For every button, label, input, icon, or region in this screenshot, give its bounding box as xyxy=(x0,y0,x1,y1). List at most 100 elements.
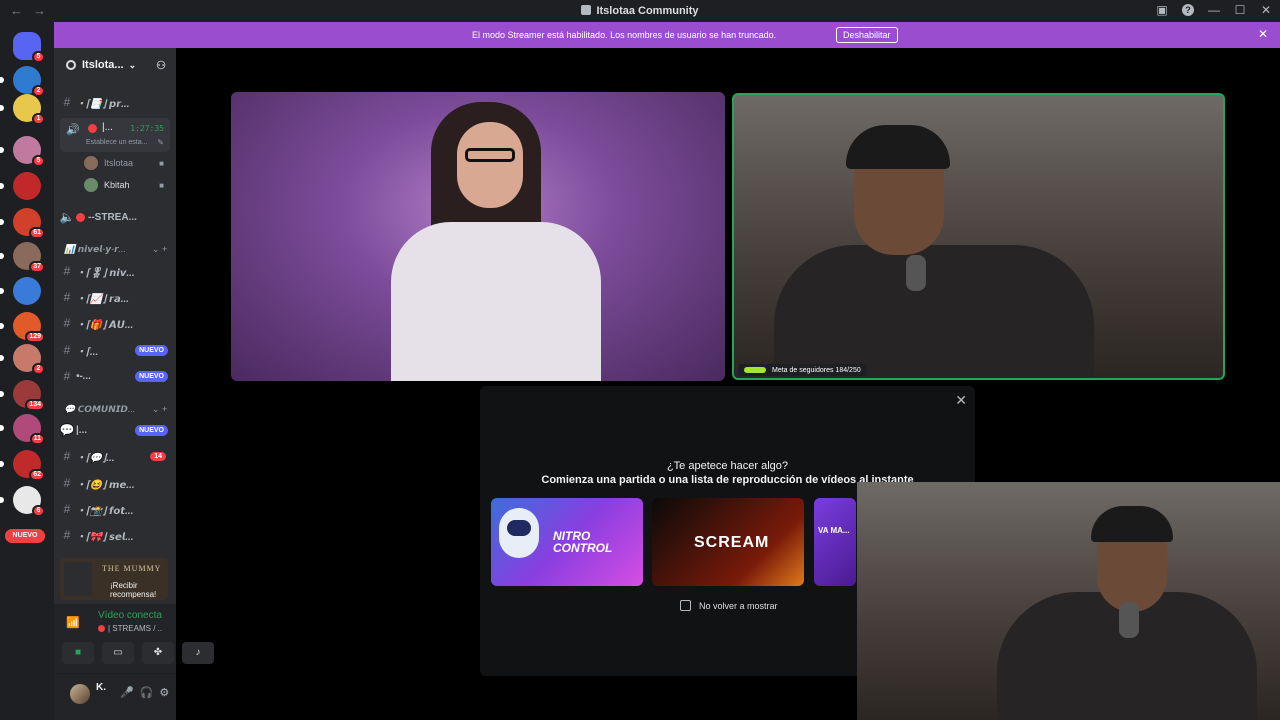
category-header[interactable]: 💬 𝘾𝙊𝙈𝙐𝙉𝙄𝘿... ⌄ + xyxy=(64,404,167,415)
unread-indicator xyxy=(0,391,4,397)
server-icon[interactable]: 62 xyxy=(13,450,45,481)
video-tile-speaking[interactable]: Meta de seguidores 184/250 xyxy=(732,93,1225,380)
unread-indicator xyxy=(0,323,4,329)
close-window-icon[interactable]: ✕ xyxy=(1260,3,1272,17)
server-icon[interactable]: 61 xyxy=(13,208,45,239)
streamer-face xyxy=(457,122,523,208)
reward-promo[interactable]: THE MUMMY ¡Recibir recompensa! xyxy=(60,558,168,600)
close-icon[interactable]: ✕ xyxy=(1258,27,1268,41)
channel-item[interactable]: # ・⌈📈⌋ 𝙧𝙖... xyxy=(58,287,172,307)
maximize-icon[interactable]: ☐ xyxy=(1234,3,1246,17)
server-icon[interactable]: 6 xyxy=(13,486,45,517)
channel-item[interactable]: # ・⌈😆⌋ 𝙢𝙚... xyxy=(58,473,172,493)
voice-channel-active[interactable]: 🔊 |... 1:27:35 Establece un esta... ✎ xyxy=(60,118,170,152)
add-channel-icon[interactable]: ⌄ + xyxy=(152,244,167,255)
speaker-icon: 🔈 xyxy=(59,210,75,224)
channel-item[interactable]: # ・⌈🎀⌋ 𝙨𝙚𝙡... xyxy=(58,525,172,545)
server-icon[interactable] xyxy=(13,277,41,305)
cap xyxy=(1091,506,1173,542)
unread-indicator xyxy=(0,253,4,259)
mention-badge: 5 xyxy=(32,155,45,167)
voice-user[interactable]: Kbitah ■ xyxy=(84,177,164,193)
window-title: Itslotaa Community xyxy=(0,5,1280,17)
server-icon[interactable] xyxy=(13,172,41,200)
forum-channel[interactable]: 💬 |... NUEVO xyxy=(58,420,172,440)
hash-icon: # xyxy=(63,502,71,516)
server-icon[interactable]: 2 xyxy=(13,66,45,97)
microphone xyxy=(1119,602,1139,638)
server-icon[interactable]: 37 xyxy=(13,242,45,273)
voice-user[interactable]: Itslotaa ■ xyxy=(84,155,164,171)
voice-status[interactable]: Establece un esta... xyxy=(86,139,147,146)
checkbox[interactable] xyxy=(680,600,691,611)
inbox-icon[interactable]: ▣ xyxy=(1156,3,1168,17)
avatar[interactable] xyxy=(70,684,90,704)
activity-card[interactable]: SCREAM xyxy=(652,498,804,586)
streamer-mode-banner: El modo Streamer está habilitado. Los no… xyxy=(54,22,1280,48)
speaker-icon: 🔊 xyxy=(66,124,80,136)
avatar xyxy=(84,156,98,170)
connection-status: Vídeo conectado xyxy=(98,610,162,621)
goal-bar xyxy=(744,367,766,373)
server-icon[interactable]: 5 xyxy=(13,136,45,167)
headphones-icon[interactable]: 🎧 xyxy=(140,686,154,699)
live-dot xyxy=(98,625,105,632)
voice-timer: 1:27:35 xyxy=(130,124,164,133)
hash-icon: # xyxy=(63,316,71,330)
unread-indicator xyxy=(0,77,4,83)
username[interactable]: K. xyxy=(96,682,106,693)
channel-item[interactable]: # ・⌈📑⌋ 𝙥𝙧... xyxy=(58,92,172,112)
screen-share-button[interactable]: ▭ xyxy=(102,642,134,664)
robot-art xyxy=(499,508,539,558)
server-header[interactable]: Itslota... ⌄ ⚇ xyxy=(54,48,176,82)
activity-question: ¿Te apetece hacer algo? xyxy=(666,460,789,472)
server-icon[interactable]: 129 xyxy=(13,312,45,343)
channel-item[interactable]: # •-... NUEVO xyxy=(58,366,172,386)
help-icon[interactable]: ? xyxy=(1182,4,1194,16)
server-icon[interactable]: 5 xyxy=(13,32,45,63)
category-header[interactable]: 📊 𝙣𝙞𝙫𝙚𝙡-𝙮-𝙧... ⌄ + xyxy=(64,244,167,255)
connection-channel[interactable]: | STREAMS / ... xyxy=(98,624,162,633)
channel-item[interactable]: # ・⌈... NUEVO xyxy=(58,340,172,360)
dont-show-again[interactable]: No volver a mostrar xyxy=(680,600,778,611)
hash-icon: # xyxy=(63,528,71,542)
streamer-shirt xyxy=(391,222,601,381)
disable-streamer-button[interactable]: Deshabilitar xyxy=(836,27,898,43)
microphone-icon[interactable]: 🎤 xyxy=(120,686,134,699)
hash-icon: # xyxy=(63,264,71,278)
activities-button[interactable]: ✤ xyxy=(142,642,174,664)
channel-item[interactable]: # ・⌈🎖⌋ 𝙣𝙞𝙫... xyxy=(58,261,172,281)
channel-item[interactable]: # ・⌈🎁⌋ 𝘼𝙐... xyxy=(58,313,172,333)
mention-badge: 134 xyxy=(25,399,45,411)
server-icon[interactable]: 134 xyxy=(13,380,45,411)
close-icon[interactable]: ✕ xyxy=(955,392,967,409)
soundboard-button[interactable]: ♪ xyxy=(182,642,214,664)
chevron-down-icon: ⌄ xyxy=(128,59,137,70)
minimize-icon[interactable]: — xyxy=(1208,3,1220,17)
server-icon[interactable]: 11 xyxy=(13,414,45,445)
voice-channel[interactable]: 🔈 --STREA... xyxy=(58,207,172,227)
channel-item[interactable]: # ・⌈📸⌋ 𝙛𝙤𝙩... xyxy=(58,499,172,519)
server-icon[interactable]: 2 xyxy=(13,344,45,375)
unread-indicator xyxy=(0,219,4,225)
activity-card[interactable]: NITRO CONTROL xyxy=(491,498,643,586)
voice-connection-panel: 📶 Vídeo conectado | STREAMS / ... ■ ▭ ✤ … xyxy=(54,604,214,674)
window-controls: ▣ ? — ☐ ✕ xyxy=(1156,3,1272,17)
promo-title: THE MUMMY xyxy=(102,564,162,573)
claim-reward-link[interactable]: ¡Recibir recompensa! xyxy=(64,581,168,599)
picture-in-picture-video[interactable] xyxy=(857,482,1280,720)
pencil-icon[interactable]: ✎ xyxy=(157,138,164,147)
server-icon[interactable]: 1 xyxy=(13,94,45,125)
mention-badge: 37 xyxy=(29,261,45,273)
activity-card[interactable]: VA MA... xyxy=(814,498,856,586)
camera-button[interactable]: ■ xyxy=(62,642,94,664)
user-panel: K. 🎤 🎧 ⚙ xyxy=(54,674,176,720)
invite-icon[interactable]: ⚇ xyxy=(156,59,166,72)
settings-gear-icon[interactable]: ⚙ xyxy=(159,686,169,699)
nuevo-badge[interactable]: NUEVO xyxy=(5,529,45,543)
video-tile[interactable] xyxy=(231,92,725,381)
hash-icon: # xyxy=(63,343,71,357)
add-channel-icon[interactable]: ⌄ + xyxy=(152,404,167,415)
signal-icon[interactable]: 📶 xyxy=(66,616,80,629)
channel-item[interactable]: # ・⌈💬⌋... 14 xyxy=(58,446,172,466)
